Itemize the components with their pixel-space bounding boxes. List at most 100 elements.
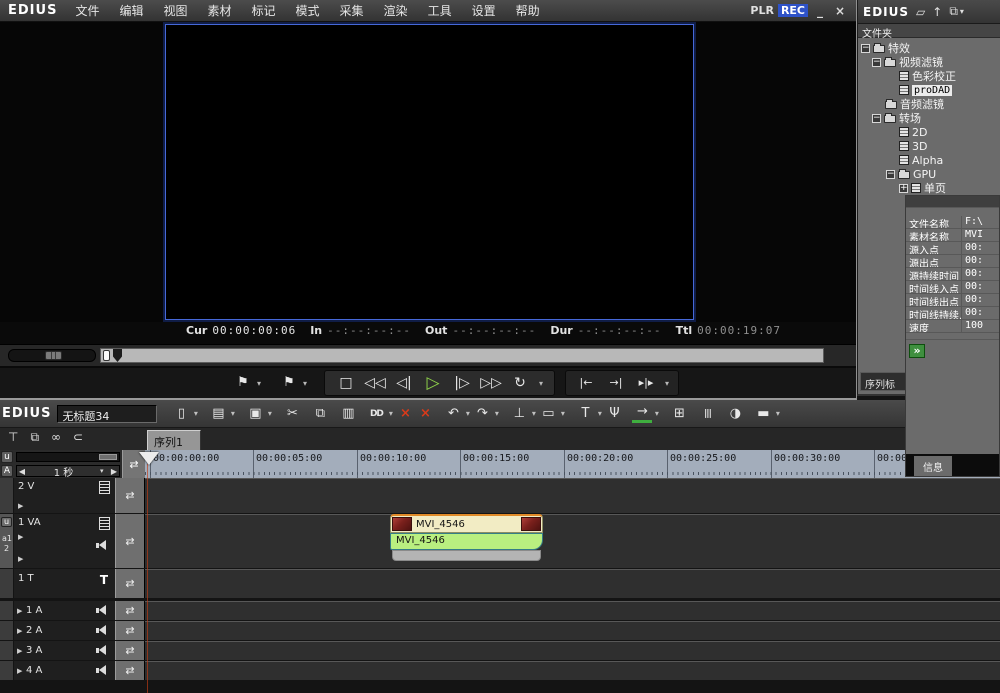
title-caret-icon[interactable]: ▾ — [595, 409, 604, 418]
undo-button[interactable]: ↶ — [443, 404, 463, 424]
set-out-caret-icon[interactable]: ▾ — [300, 379, 310, 388]
audio-expand-button[interactable]: A — [1, 465, 13, 477]
track-header-1a[interactable]: ▶ 1 A — [14, 601, 115, 620]
track-header-2a[interactable]: ▶ 2 A — [14, 621, 115, 640]
menu-render[interactable]: 渲染 — [374, 2, 418, 19]
track-2v-content[interactable] — [145, 478, 1000, 513]
expand-icon[interactable]: + — [899, 184, 908, 193]
link-mode-icon[interactable]: ⧉ — [30, 430, 39, 450]
playhead-handle[interactable] — [139, 452, 159, 465]
track-3a-content[interactable] — [145, 641, 1000, 660]
expander-icon[interactable]: ▶ — [17, 607, 22, 615]
add-cut-point-caret-icon[interactable]: ▾ — [529, 409, 538, 418]
expander-icon[interactable]: ▶ — [17, 627, 22, 635]
open-folder-icon[interactable]: ▱ — [916, 5, 925, 19]
new-sequence-button[interactable]: ▯ — [171, 404, 191, 424]
menu-edit[interactable]: 编辑 — [109, 2, 153, 19]
menu-settings[interactable]: 设置 — [462, 2, 506, 19]
track-1t-content[interactable] — [145, 569, 1000, 598]
expander-icon[interactable]: ▶ — [18, 533, 23, 541]
track-1a-fx-cell[interactable]: ⇄ — [115, 601, 145, 620]
set-in-caret-icon[interactable]: ▾ — [254, 379, 264, 388]
redo-button[interactable]: ↷ — [472, 404, 492, 424]
export-caret-icon[interactable]: ▾ — [652, 409, 661, 418]
duplicate-caret-icon[interactable]: ▾ — [960, 7, 964, 16]
track-2a-fx-cell[interactable]: ⇄ — [115, 621, 145, 640]
track-header-4a[interactable]: ▶ 4 A — [14, 661, 115, 680]
set-out-button[interactable]: ⚑ — [278, 372, 300, 394]
track-header-1va[interactable]: 1 VA ▶ ▶ — [14, 514, 115, 568]
position-bar[interactable] — [100, 348, 824, 363]
speaker-icon[interactable] — [96, 665, 109, 676]
track-1va-content[interactable] — [145, 514, 1000, 568]
color-correction-button[interactable]: ◑ — [725, 404, 745, 424]
clip-audio-rubber-band[interactable] — [392, 550, 541, 561]
tree-item-effects[interactable]: − 特效 — [858, 41, 1000, 55]
open-project-caret-icon[interactable]: ▾ — [228, 409, 237, 418]
open-project-button[interactable]: ▤ — [208, 404, 228, 424]
track-1va-fx-cell[interactable]: ⇄ — [115, 514, 145, 568]
time-ruler[interactable]: 00:00:00:00 00:00:05:00 00:00:10:00 00:0… — [145, 450, 1000, 478]
menu-file[interactable]: 文件 — [65, 2, 109, 19]
track-header-3a[interactable]: ▶ 3 A — [14, 641, 115, 660]
tree-item-2d[interactable]: 2D — [858, 125, 1000, 139]
project-title-box[interactable]: 无标题34 — [57, 405, 157, 423]
layout-caret-icon[interactable]: ▾ — [773, 409, 782, 418]
track-3a-fx-cell[interactable]: ⇄ — [115, 641, 145, 660]
play-around-cursor-button[interactable]: ▸|▸ — [632, 372, 660, 394]
collapse-icon[interactable]: − — [861, 44, 870, 53]
transition-chevrons-icon[interactable]: » — [909, 344, 925, 358]
export-button[interactable]: → — [632, 404, 652, 423]
cut-button[interactable]: ✂ — [282, 404, 302, 424]
timeline-h-scrollbar[interactable] — [16, 452, 120, 462]
tree-item-3d[interactable]: 3D — [858, 139, 1000, 153]
undo-caret-icon[interactable]: ▾ — [463, 409, 472, 418]
speaker-icon[interactable] — [96, 540, 109, 551]
menu-view[interactable]: 视图 — [153, 2, 197, 19]
shuttle-slider[interactable] — [8, 349, 96, 362]
insert-overwrite-mode-icon[interactable]: ⊤ — [8, 430, 18, 450]
prev-frame-button[interactable]: ◁| — [391, 372, 417, 394]
rewind-button[interactable]: ◁◁ — [362, 372, 388, 394]
goto-in-button[interactable]: |← — [572, 372, 600, 394]
snap-mode-icon[interactable]: ⊂ — [73, 430, 83, 450]
speaker-icon[interactable] — [96, 605, 109, 616]
paste-button[interactable]: ▥ — [338, 404, 358, 424]
save-project-button[interactable]: ▣ — [245, 404, 265, 424]
add-to-bin-button[interactable]: DD — [366, 404, 386, 424]
tree-item-audio-filters[interactable]: 音频滤镜 — [858, 97, 1000, 111]
expander-icon[interactable]: ▶ — [17, 667, 22, 675]
zoom-left-icon[interactable]: ◀ — [17, 467, 27, 476]
trim-caret-icon[interactable]: ▾ — [662, 379, 672, 388]
tree-item-video-filters[interactable]: − 视频滤镜 — [858, 55, 1000, 69]
menu-tools[interactable]: 工具 — [418, 2, 462, 19]
play-button[interactable]: ▷ — [420, 372, 446, 394]
save-project-caret-icon[interactable]: ▾ — [265, 409, 274, 418]
expander-icon[interactable]: ▶ — [17, 647, 22, 655]
speaker-icon[interactable] — [96, 645, 109, 656]
loop-caret-icon[interactable]: ▾ — [536, 379, 546, 388]
menu-mode[interactable]: 模式 — [286, 2, 330, 19]
set-between-button[interactable]: ▭ — [538, 404, 558, 424]
ripple-delete-button[interactable]: × — [415, 404, 435, 424]
expander-icon[interactable]: ▶ — [18, 555, 23, 563]
track-1a-content[interactable] — [145, 601, 1000, 620]
add-cut-point-button[interactable]: ⊥ — [509, 404, 529, 424]
track-4a-content[interactable] — [145, 661, 1000, 680]
tree-item-alpha[interactable]: Alpha — [858, 153, 1000, 167]
goto-out-button[interactable]: →| — [602, 372, 630, 394]
track-1t-fx-cell[interactable]: ⇄ — [115, 569, 145, 598]
title-button[interactable]: T — [575, 404, 595, 424]
rec-mode-button[interactable]: REC — [778, 4, 808, 17]
track-header-2v[interactable]: 2 V ▶ — [14, 478, 115, 513]
position-marker[interactable] — [103, 350, 110, 361]
zoom-right-icon[interactable]: ▶ — [109, 467, 119, 476]
minimize-button[interactable]: _ — [812, 4, 828, 18]
tree-item-transitions[interactable]: − 转场 — [858, 111, 1000, 125]
video-expand-button[interactable]: u — [1, 451, 13, 463]
tree-item-prodad[interactable]: proDAD — [858, 83, 1000, 97]
copy-button[interactable]: ⧉ — [310, 404, 330, 424]
new-sequence-caret-icon[interactable]: ▾ — [191, 409, 200, 418]
redo-caret-icon[interactable]: ▾ — [492, 409, 501, 418]
speaker-icon[interactable] — [96, 625, 109, 636]
